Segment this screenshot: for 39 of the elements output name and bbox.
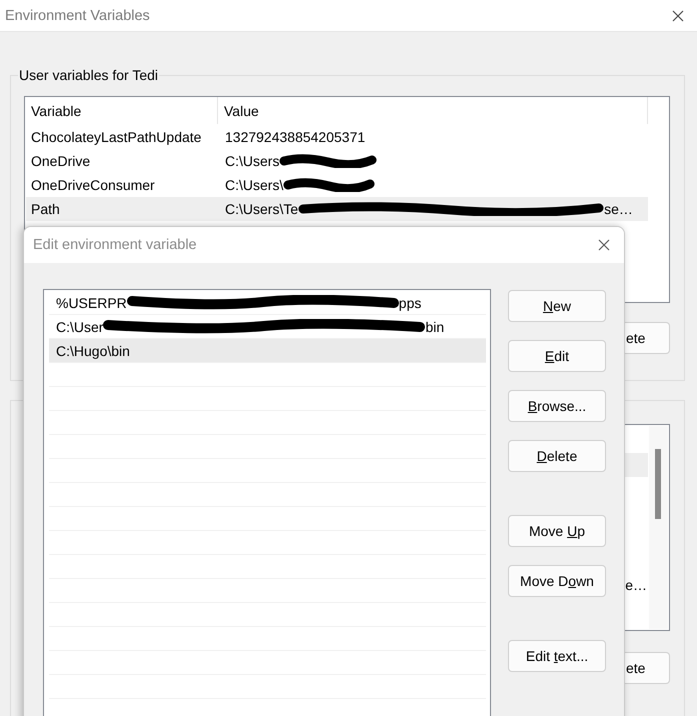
dialog-title: Edit environment variable	[33, 237, 197, 253]
action-button[interactable]: Edit	[508, 340, 606, 372]
action-button[interactable]: Delete	[508, 440, 606, 472]
close-icon[interactable]	[672, 10, 684, 22]
path-text: pps	[398, 294, 422, 310]
action-button[interactable]: Move Up	[508, 515, 606, 547]
variable-row[interactable]: OneDrive C:\Users	[26, 149, 648, 173]
column-header[interactable]: Variable	[25, 97, 218, 124]
variable-row[interactable]: OneDriveConsumer C:\Users\	[26, 173, 648, 197]
path-entry[interactable]: %USERPR pps	[49, 291, 486, 315]
variable-name: ChocolateyLastPathUpdate	[30, 129, 202, 145]
variable-name: OneDriveConsumer	[30, 177, 156, 193]
cut-off-button[interactable]: ete	[624, 322, 670, 354]
variable-value: se…	[604, 201, 633, 217]
path-entry[interactable]: C:\Hugo\bin	[49, 339, 486, 363]
action-button[interactable]: New	[508, 290, 606, 322]
action-button[interactable]: Edit text...	[508, 640, 606, 672]
variable-name: OneDrive	[30, 153, 92, 169]
path-text: C:\Hugo\bin	[56, 342, 130, 358]
variable-row[interactable]: ChocolateyLastPathUpdate 132792438854205371	[26, 125, 648, 149]
variable-value: 132792438854205371	[225, 129, 366, 145]
variable-value: C:\Users\	[225, 177, 284, 193]
window-title: Environment Variables	[5, 8, 150, 24]
action-button[interactable]: Move Down	[508, 565, 606, 597]
group-label: User variables for Tedi	[18, 67, 160, 83]
column-header[interactable]: Value	[218, 97, 648, 124]
variable-row[interactable]: Path C:\Users\Te se…	[26, 197, 648, 221]
variable-name: Path	[30, 201, 61, 217]
cut-off-button[interactable]: ete	[624, 652, 670, 684]
scrollbar[interactable]	[649, 426, 668, 629]
close-icon[interactable]	[598, 239, 610, 251]
variable-value: C:\Users\Te	[225, 201, 298, 217]
path-text: bin	[425, 318, 444, 334]
variable-value: e…	[625, 577, 647, 593]
path-text: %USERPR	[56, 294, 127, 310]
action-button[interactable]: Browse...	[508, 390, 606, 422]
variable-value: C:\Users	[225, 153, 280, 169]
path-text: C:\User	[56, 318, 104, 334]
scrollbar-thumb[interactable]	[655, 449, 661, 519]
